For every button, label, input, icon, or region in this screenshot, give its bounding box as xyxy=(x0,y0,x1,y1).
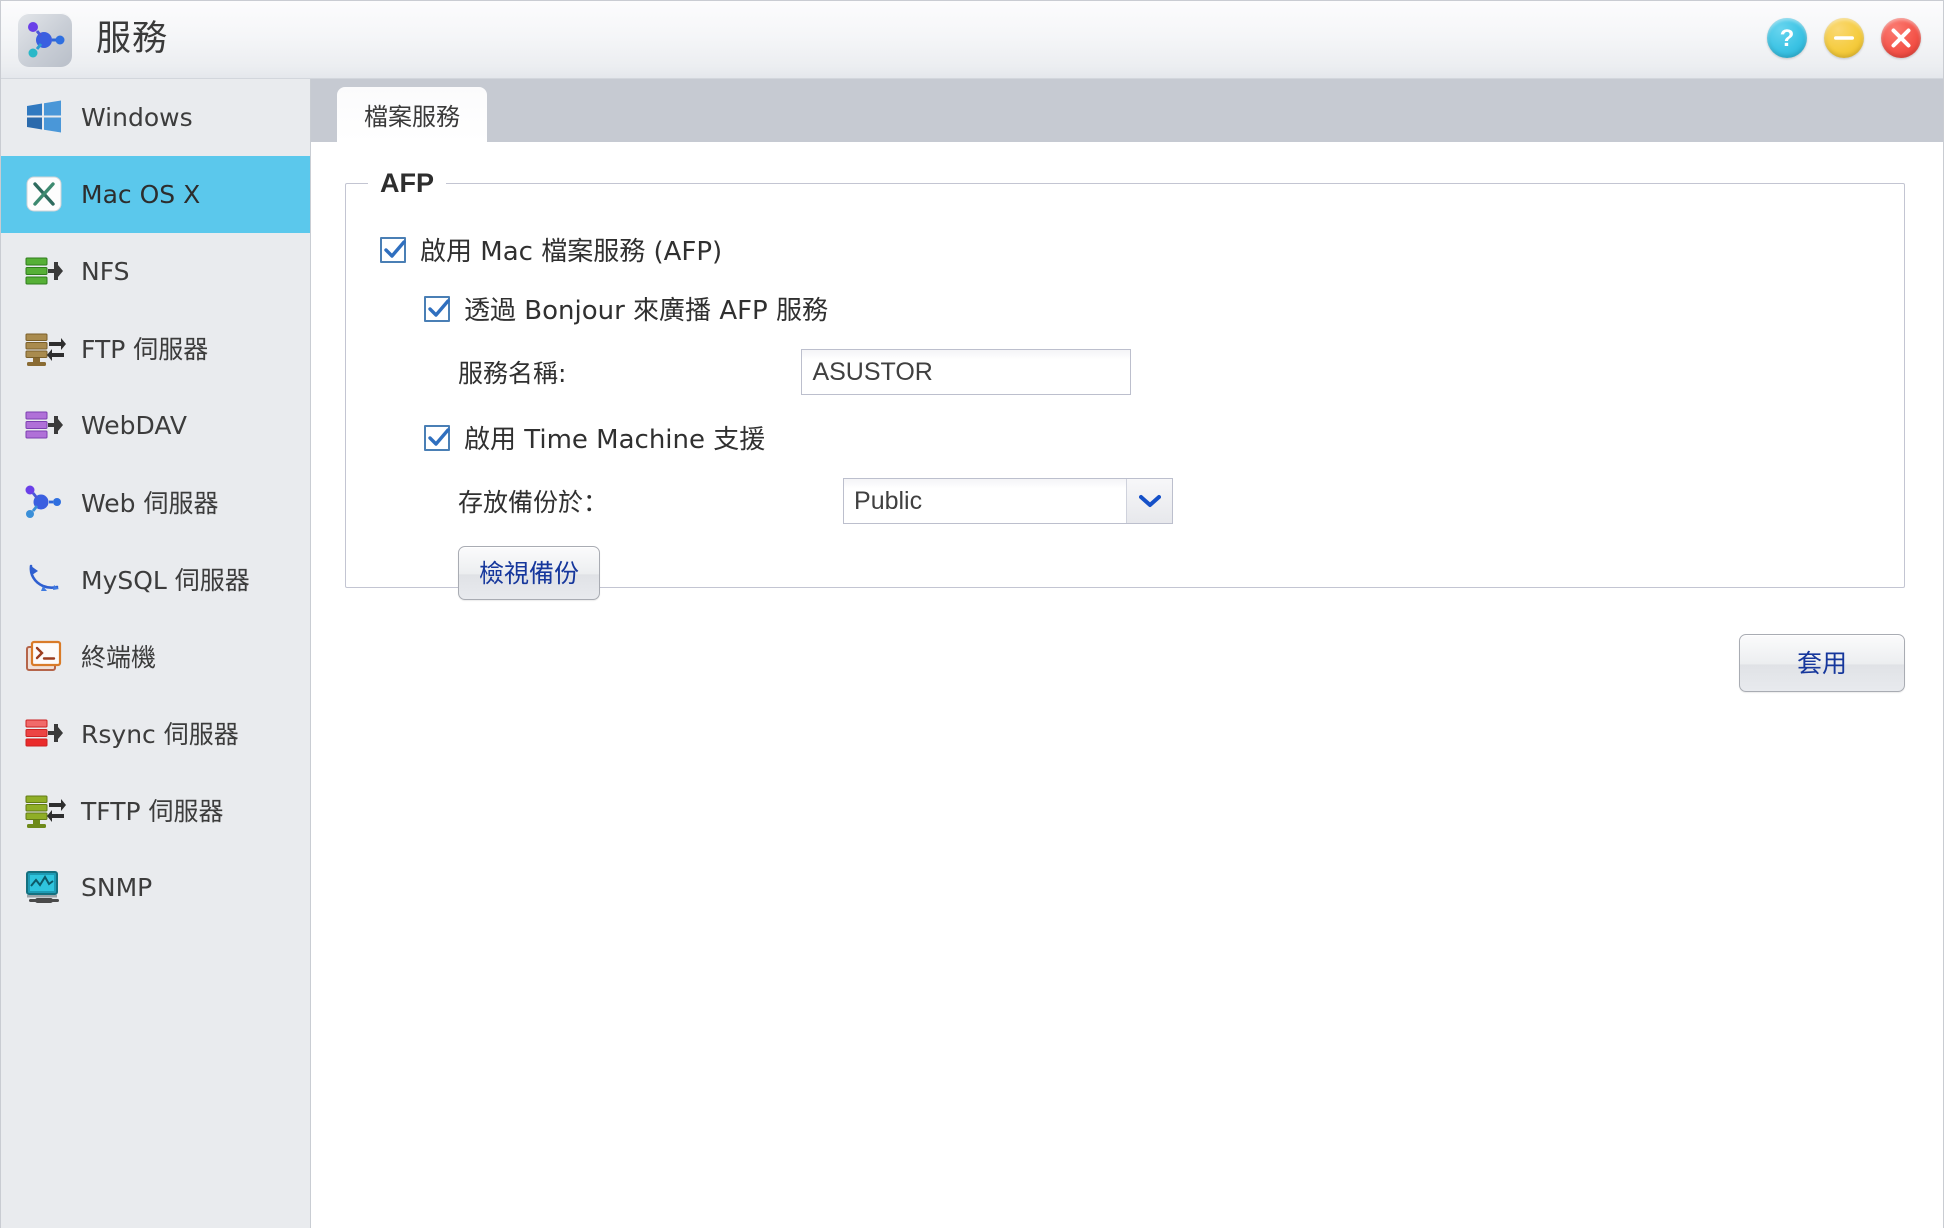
ftp-server-icon xyxy=(21,325,67,371)
sidebar-item-snmp[interactable]: SNMP xyxy=(1,849,310,926)
bonjour-broadcast-checkbox[interactable] xyxy=(424,295,450,322)
sidebar-item-label: TFTP 伺服器 xyxy=(81,797,224,826)
services-window: 服務 ? Windows Mac OS X NFS FTP 伺服器 WebDAV… xyxy=(0,0,1944,1228)
sidebar-item-web-server[interactable]: Web 伺服器 xyxy=(1,464,310,541)
nfs-server-icon xyxy=(21,248,67,294)
sidebar-item-label: WebDAV xyxy=(81,410,187,440)
bonjour-broadcast-label: 透過 Bonjour 來廣播 AFP 服務 xyxy=(464,296,829,326)
window-body: Windows Mac OS X NFS FTP 伺服器 WebDAV Web … xyxy=(1,79,1943,1228)
sidebar-item-mac-os-x[interactable]: Mac OS X xyxy=(1,156,310,233)
tftp-server-icon xyxy=(21,787,67,833)
mac-osx-icon xyxy=(21,171,67,217)
sidebar-item-label: Windows xyxy=(81,102,193,132)
minimize-button[interactable] xyxy=(1824,18,1864,58)
backup-folder-row: 存放備份於： Public xyxy=(458,478,1904,524)
window-titlebar: 服務 ? xyxy=(1,1,1943,79)
enable-afp-checkbox[interactable] xyxy=(380,236,406,263)
afp-legend: AFP xyxy=(380,168,434,198)
sidebar-item-label: FTP 伺服器 xyxy=(81,335,209,364)
service-name-input[interactable] xyxy=(801,349,1132,395)
backup-folder-control: Public xyxy=(843,478,1174,524)
chevron-down-icon[interactable] xyxy=(1126,479,1173,523)
window-title: 服務 xyxy=(96,19,169,59)
close-button[interactable] xyxy=(1881,18,1921,58)
windows-logo-icon xyxy=(21,94,67,140)
sidebar-item-label: NFS xyxy=(81,256,130,286)
sidebar-item-windows[interactable]: Windows xyxy=(1,79,310,156)
sidebar-item-ftp-server[interactable]: FTP 伺服器 xyxy=(1,310,310,387)
sidebar-item-terminal[interactable]: 終端機 xyxy=(1,618,310,695)
enable-afp-row: 啟用 Mac 檔案服務 (AFP) xyxy=(380,231,1904,268)
help-button[interactable]: ? xyxy=(1767,18,1807,58)
time-machine-label: 啟用 Time Machine 支援 xyxy=(464,425,766,455)
tab-label: 檔案服務 xyxy=(364,103,460,131)
time-machine-row: 啟用 Time Machine 支援 xyxy=(424,419,1904,456)
mysql-dolphin-icon xyxy=(21,556,67,602)
afp-fieldset: AFP 啟用 Mac 檔案服務 (AFP) 透過 Bonjour 來廣播 AFP… xyxy=(345,168,1905,600)
svg-text:?: ? xyxy=(1780,25,1795,52)
sidebar-item-nfs[interactable]: NFS xyxy=(1,233,310,310)
snmp-monitor-icon xyxy=(21,864,67,910)
sidebar-item-label: SNMP xyxy=(81,872,153,902)
sidebar-item-rsync-server[interactable]: Rsync 伺服器 xyxy=(1,695,310,772)
view-backups-row: 檢視備份 xyxy=(458,546,1904,600)
backup-folder-value: Public xyxy=(854,486,923,515)
backup-folder-label: 存放備份於： xyxy=(458,488,609,517)
service-name-control xyxy=(801,349,1132,395)
bonjour-row: 透過 Bonjour 來廣播 AFP 服務 xyxy=(424,290,1904,327)
sidebar-item-label: Mac OS X xyxy=(81,179,201,209)
sidebar: Windows Mac OS X NFS FTP 伺服器 WebDAV Web … xyxy=(1,79,311,1228)
services-network-icon xyxy=(18,12,72,67)
sidebar-item-tftp-server[interactable]: TFTP 伺服器 xyxy=(1,772,310,849)
web-server-icon xyxy=(21,479,67,525)
rsync-server-icon xyxy=(21,710,67,756)
sidebar-item-label: 終端機 xyxy=(81,643,157,672)
apply-button[interactable]: 套用 xyxy=(1739,634,1905,692)
tab-strip: 檔案服務 xyxy=(311,79,1943,142)
backup-folder-select[interactable]: Public xyxy=(843,478,1174,524)
enable-afp-label: 啟用 Mac 檔案服務 (AFP) xyxy=(420,237,723,267)
apply-bar: 套用 xyxy=(345,634,1905,692)
webdav-server-icon xyxy=(21,402,67,448)
service-name-row: 服務名稱: xyxy=(458,349,1904,395)
sidebar-item-label: MySQL 伺服器 xyxy=(81,566,250,595)
window-controls: ? xyxy=(1767,18,1921,58)
sidebar-item-webdav[interactable]: WebDAV xyxy=(1,387,310,464)
terminal-icon xyxy=(21,633,67,679)
time-machine-checkbox[interactable] xyxy=(424,424,450,451)
sidebar-item-label: Rsync 伺服器 xyxy=(81,720,239,749)
tab-file-services[interactable]: 檔案服務 xyxy=(337,87,487,142)
afp-settings-panel: AFP 啟用 Mac 檔案服務 (AFP) 透過 Bonjour 來廣播 AFP… xyxy=(311,142,1943,1228)
service-name-label: 服務名稱: xyxy=(458,359,567,388)
sidebar-item-mysql-server[interactable]: MySQL 伺服器 xyxy=(1,541,310,618)
sidebar-item-label: Web 伺服器 xyxy=(81,489,219,518)
view-backups-button[interactable]: 檢視備份 xyxy=(458,546,601,600)
content-area: 檔案服務 AFP 啟用 Mac 檔案服務 (AFP) 透過 Bonjour 來廣… xyxy=(311,79,1943,1228)
